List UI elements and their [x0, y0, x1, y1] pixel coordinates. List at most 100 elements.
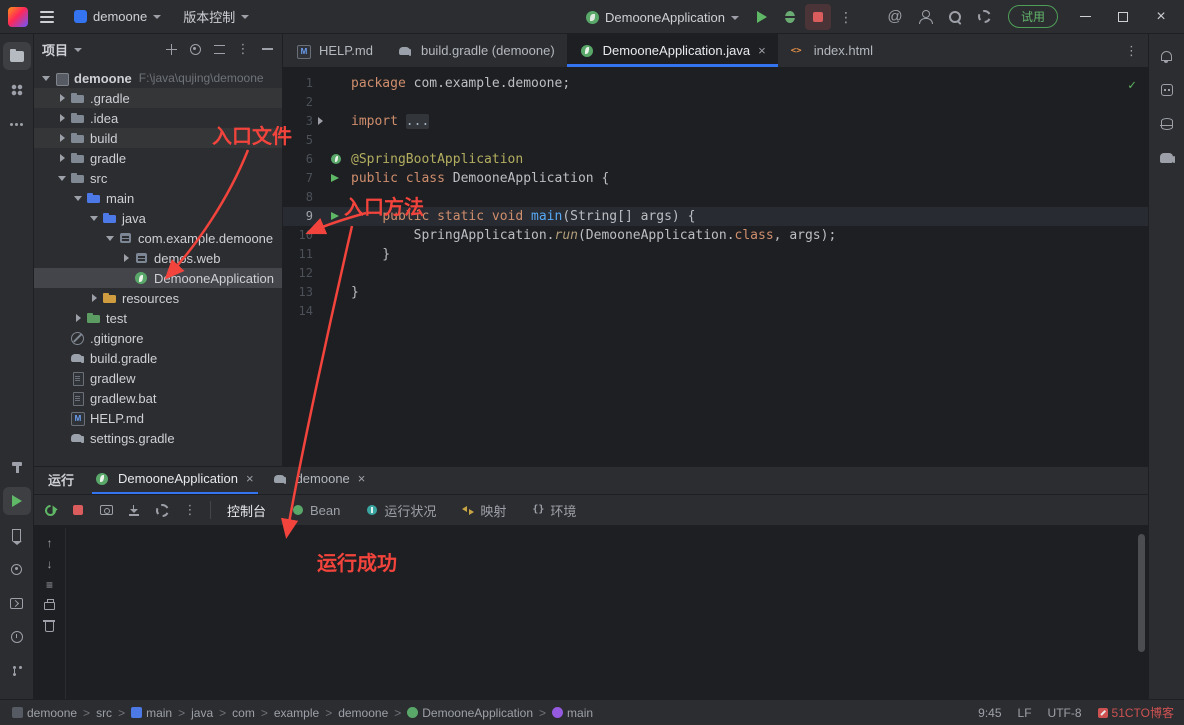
console-settings-button[interactable]	[154, 502, 170, 518]
spring-bean-gutter-icon[interactable]	[327, 150, 345, 169]
code-line-2[interactable]: 2	[283, 93, 1148, 112]
locate-file-button[interactable]	[188, 42, 202, 56]
close-icon[interactable]: ×	[758, 43, 766, 58]
code-line-3[interactable]: 3import ...	[283, 112, 1148, 131]
tree-item-demos.web[interactable]: demos.web	[34, 248, 282, 268]
trial-badge[interactable]: 试用	[1008, 5, 1058, 28]
breadcrumb-main[interactable]: main	[129, 706, 174, 720]
tree-item-build.gradle[interactable]: build.gradle	[34, 348, 282, 368]
chevron-down-icon[interactable]	[74, 48, 82, 52]
run-gutter-icon[interactable]	[327, 169, 345, 188]
view-tab-Bean[interactable]: Bean	[288, 494, 344, 526]
tree-chevron-icon[interactable]	[54, 170, 69, 186]
tree-item-gradle[interactable]: gradle	[34, 148, 282, 168]
collapse-all-button[interactable]	[212, 42, 226, 56]
stop-button[interactable]	[805, 4, 831, 30]
breadcrumb-DemooneApplication[interactable]: DemooneApplication	[405, 706, 535, 720]
scroll-down-button[interactable]: ↓	[42, 557, 58, 571]
tree-chevron-icon[interactable]	[102, 230, 117, 246]
vcs-selector[interactable]: 版本控制	[175, 4, 257, 30]
tree-chevron-icon[interactable]	[70, 190, 85, 206]
code-line-8[interactable]: 8	[283, 188, 1148, 207]
search-everywhere-icon[interactable]	[942, 4, 968, 30]
tree-item-HELP.md[interactable]: HELP.md	[34, 408, 282, 428]
code-line-12[interactable]: 12	[283, 264, 1148, 283]
tree-item-.gitignore[interactable]: .gitignore	[34, 328, 282, 348]
breadcrumb-java[interactable]: java	[189, 706, 215, 720]
notifications-button[interactable]	[1153, 42, 1181, 70]
print-button[interactable]	[42, 599, 58, 613]
tree-item-DemooneApplication[interactable]: DemooneApplication	[34, 268, 282, 288]
tree-item-.idea[interactable]: .idea	[34, 108, 282, 128]
line-separator[interactable]: LF	[1018, 706, 1032, 720]
code-line-11[interactable]: 11 }	[283, 245, 1148, 264]
run-gutter-icon[interactable]	[327, 207, 345, 226]
tree-item-main[interactable]: main	[34, 188, 282, 208]
tree-item-gradlew[interactable]: gradlew	[34, 368, 282, 388]
breadcrumb-com[interactable]: com	[230, 706, 257, 720]
maximize-button[interactable]	[1106, 0, 1140, 34]
clear-console-button[interactable]	[42, 620, 58, 634]
gradle-toolwindow-button[interactable]	[1153, 144, 1181, 172]
more-toolwindows-button[interactable]	[3, 110, 31, 138]
tab-options-icon[interactable]: ⋮	[1115, 34, 1148, 67]
tree-item-settings.gradle[interactable]: settings.gradle	[34, 428, 282, 448]
editor-tab-DemooneApplication.java[interactable]: DemooneApplication.java×	[567, 34, 778, 67]
tree-chevron-icon[interactable]	[86, 290, 101, 306]
code-line-1[interactable]: 1package com.example.demoone;	[283, 74, 1148, 93]
tree-chevron-icon[interactable]	[54, 150, 69, 166]
code-line-13[interactable]: 13}	[283, 283, 1148, 302]
code-line-10[interactable]: 10 SpringApplication.run(DemooneApplicat…	[283, 226, 1148, 245]
tree-item-gradlew.bat[interactable]: gradlew.bat	[34, 388, 282, 408]
tree-chevron-icon[interactable]	[38, 70, 53, 86]
code-line-6[interactable]: 6@SpringBootApplication	[283, 150, 1148, 169]
problems-toolwindow-button[interactable]	[3, 623, 31, 651]
add-button[interactable]	[164, 42, 178, 56]
tree-item-resources[interactable]: resources	[34, 288, 282, 308]
breadcrumb-demoone[interactable]: demoone	[10, 706, 79, 720]
tree-item-build[interactable]: build	[34, 128, 282, 148]
settings-icon[interactable]	[972, 4, 998, 30]
breadcrumb-demoone[interactable]: demoone	[336, 706, 390, 720]
terminal-toolwindow-button[interactable]	[3, 589, 31, 617]
tree-chevron-icon[interactable]	[118, 250, 133, 266]
services-toolwindow-button[interactable]	[3, 555, 31, 583]
breadcrumb-example[interactable]: example	[272, 706, 321, 720]
vcs-toolwindow-button[interactable]	[3, 657, 31, 685]
tree-chevron-icon[interactable]	[70, 310, 85, 326]
code-editor[interactable]: 1package com.example.demoone;23import ..…	[283, 68, 1148, 321]
console-output[interactable]	[66, 528, 1148, 699]
main-menu-icon[interactable]	[34, 4, 60, 30]
breadcrumb-src[interactable]: src	[94, 706, 114, 720]
project-selector[interactable]: demoone	[66, 4, 169, 30]
view-tab-环境[interactable]: {}环境	[528, 494, 580, 526]
restore-layout-button[interactable]	[126, 502, 142, 518]
project-toolwindow-button[interactable]	[3, 42, 31, 70]
debug-button[interactable]	[777, 4, 803, 30]
database-toolwindow-button[interactable]	[1153, 110, 1181, 138]
console-scrollbar[interactable]	[1138, 534, 1145, 652]
run-tab-DemooneApplication[interactable]: DemooneApplication×	[86, 466, 264, 494]
rerun-button[interactable]	[42, 502, 58, 518]
more-actions-icon[interactable]: ⋮	[833, 4, 859, 30]
tree-item-com.example.demoone[interactable]: com.example.demoone	[34, 228, 282, 248]
ai-chat-icon[interactable]: @	[882, 4, 908, 30]
editor-tab-HELP.md[interactable]: HELP.md	[283, 34, 385, 67]
stop-process-button[interactable]	[70, 502, 86, 518]
tree-chevron-icon[interactable]	[54, 110, 69, 126]
ai-assistant-button[interactable]	[1153, 76, 1181, 104]
tree-chevron-icon[interactable]	[54, 90, 69, 106]
bookmarks-toolwindow-button[interactable]	[3, 521, 31, 549]
caret-position[interactable]: 9:45	[978, 706, 1001, 720]
tree-item-test[interactable]: test	[34, 308, 282, 328]
editor-tab-index.html[interactable]: index.html	[778, 34, 885, 67]
inspections-ok-icon[interactable]: ✓	[1128, 78, 1136, 93]
panel-options-button[interactable]: ⋮	[236, 42, 250, 56]
close-icon[interactable]: ×	[246, 471, 254, 486]
console-more-button[interactable]: ⋮	[182, 502, 198, 518]
run-tab-demoone[interactable]: demoone×	[264, 466, 376, 494]
view-tab-运行状况[interactable]: 运行状况	[362, 494, 440, 526]
thread-dump-button[interactable]	[98, 502, 114, 518]
file-encoding[interactable]: UTF-8	[1048, 706, 1082, 720]
hide-panel-button[interactable]	[260, 42, 274, 56]
